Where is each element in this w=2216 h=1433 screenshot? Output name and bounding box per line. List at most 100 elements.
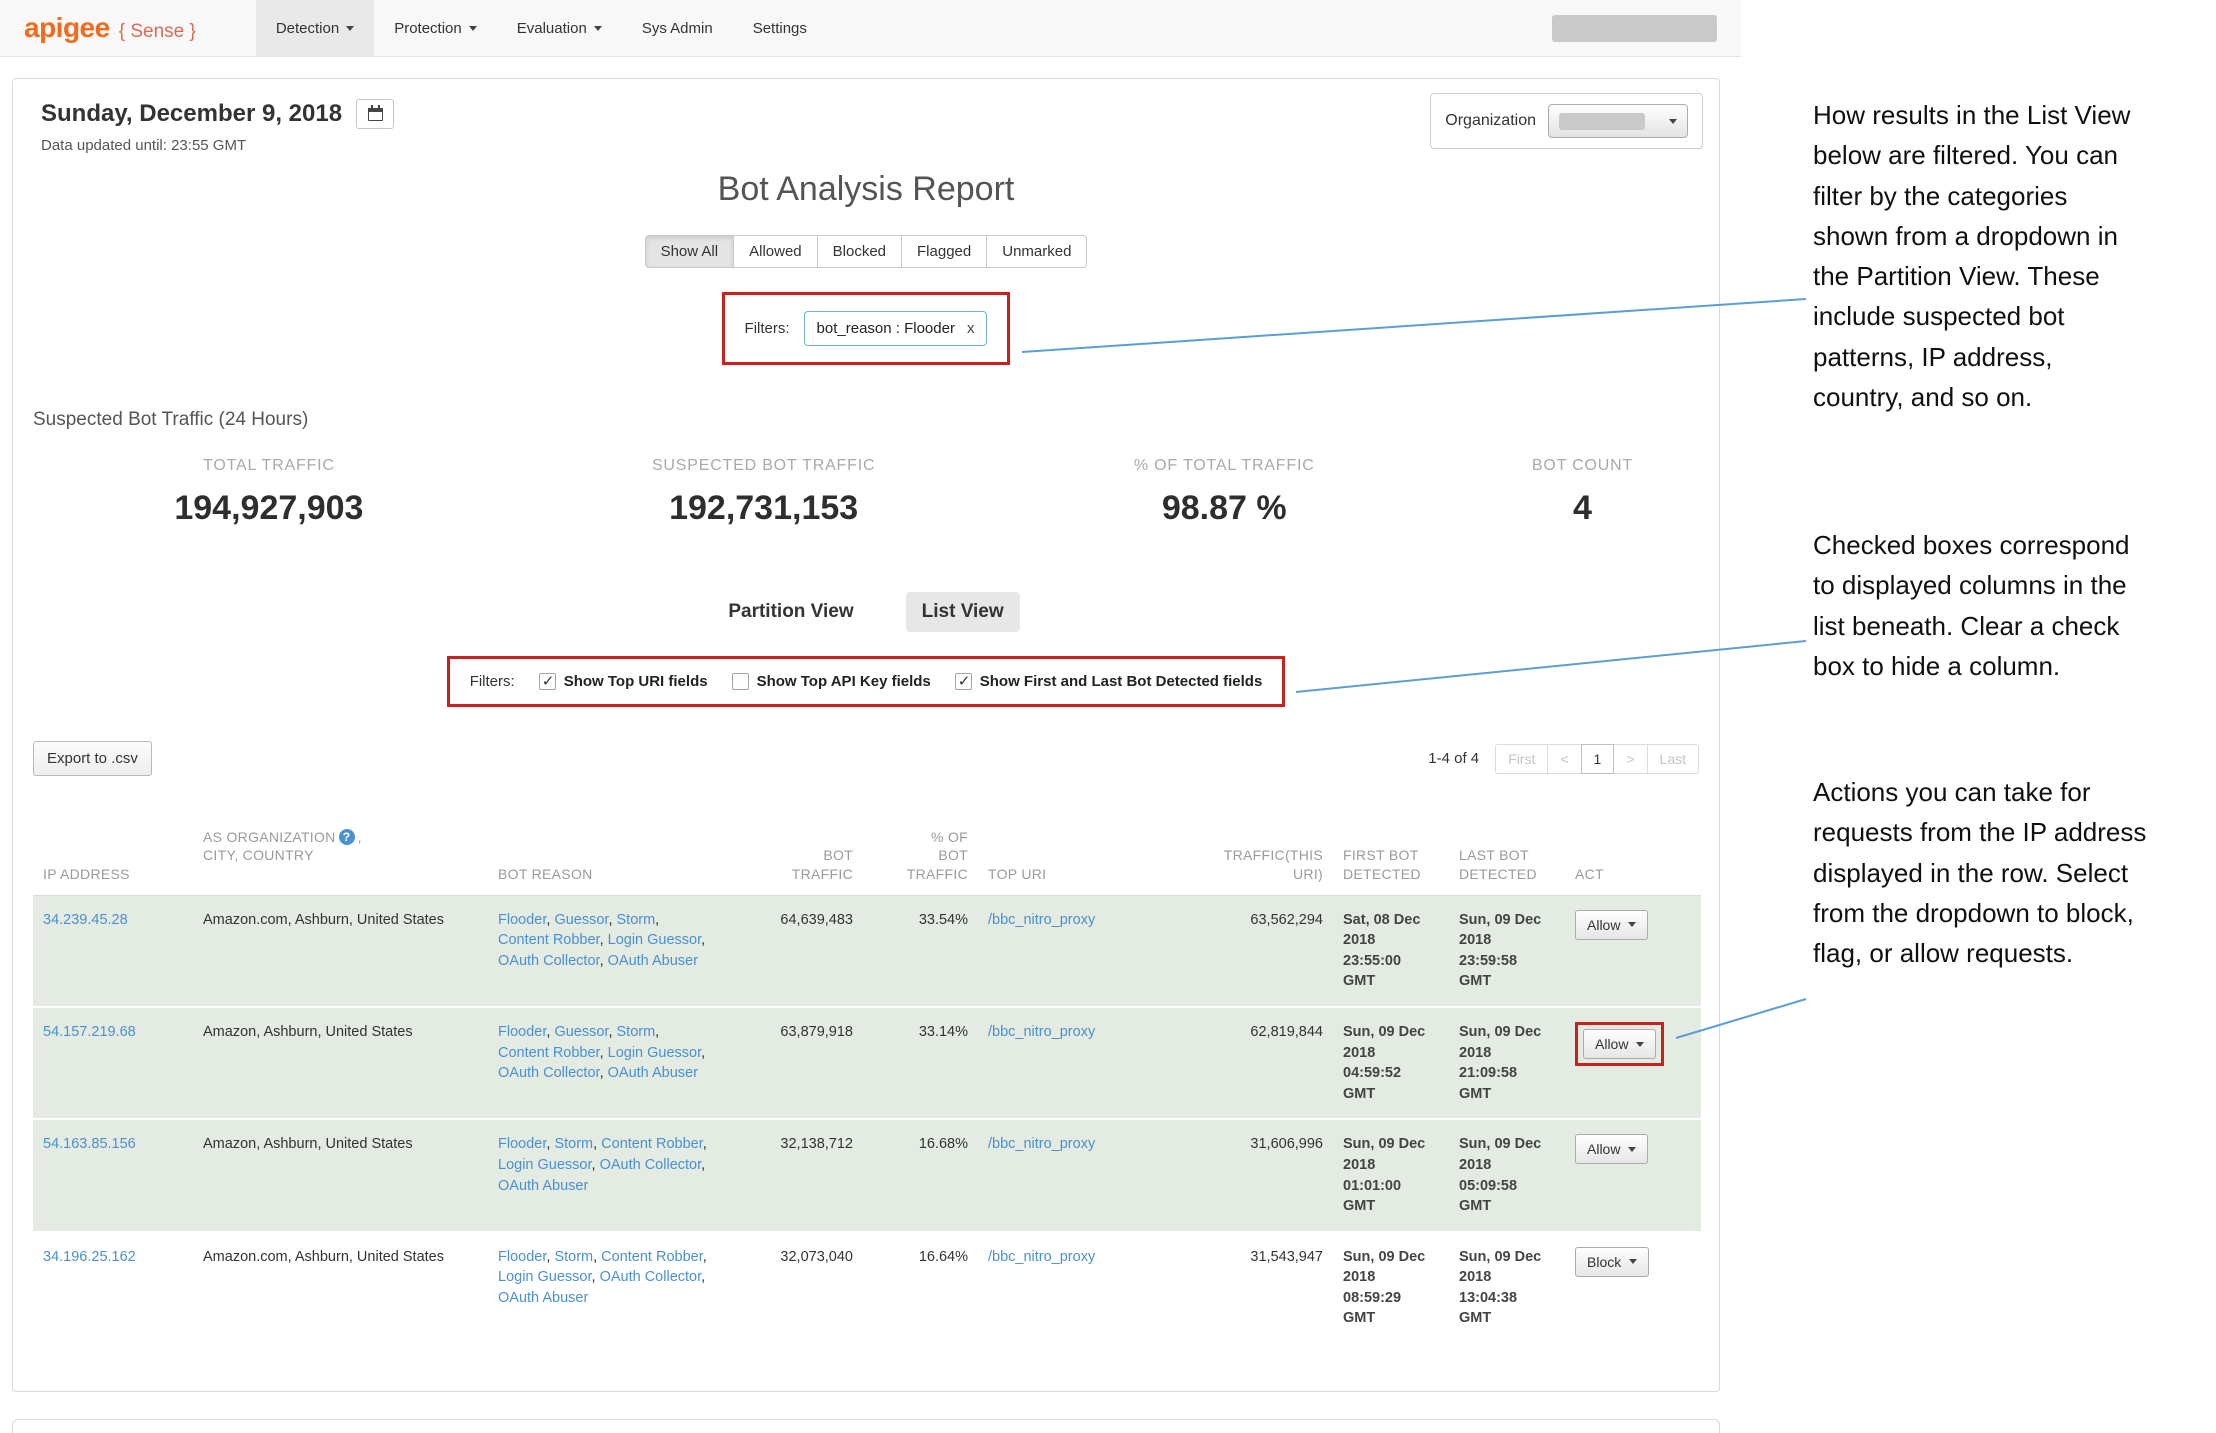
ip-address-link[interactable]: 34.239.45.28 bbox=[43, 912, 128, 928]
pagination-next[interactable]: > bbox=[1613, 744, 1647, 774]
bot-reason-link[interactable]: Guessor bbox=[554, 1024, 608, 1040]
bot-reason-link[interactable]: Storm bbox=[617, 912, 656, 928]
bot-reason-link[interactable]: Content Robber bbox=[601, 1249, 703, 1265]
cell-action: Block bbox=[1565, 1232, 1701, 1343]
bot-reason-link[interactable]: Storm bbox=[554, 1249, 593, 1265]
stat-value: 194,927,903 bbox=[13, 489, 525, 528]
pagination: 1-4 of 4 First < 1 > Last bbox=[1428, 744, 1699, 774]
cell-ip-address: 54.163.85.156 bbox=[33, 1119, 193, 1231]
bot-reason-link[interactable]: Guessor bbox=[554, 912, 608, 928]
page-title: Bot Analysis Report bbox=[13, 170, 1719, 209]
top-uri-link[interactable]: /bbc_nitro_proxy bbox=[988, 1136, 1095, 1152]
action-dropdown[interactable]: Allow bbox=[1583, 1029, 1656, 1059]
view-tabs: Partition View List View bbox=[13, 592, 1719, 632]
pagination-first[interactable]: First bbox=[1495, 744, 1548, 774]
bot-reason-link[interactable]: OAuth Abuser bbox=[608, 1065, 698, 1081]
cell-ip-address: 34.196.25.162 bbox=[33, 1232, 193, 1343]
cell-traffic-this-uri: 31,606,996 bbox=[1188, 1119, 1333, 1231]
bot-reason-link[interactable]: Flooder bbox=[498, 912, 546, 928]
col-as-organization: AS ORGANIZATION?, CITY, COUNTRY bbox=[193, 804, 488, 895]
bot-reason-link[interactable]: Storm bbox=[554, 1136, 593, 1152]
organization-dropdown[interactable] bbox=[1548, 104, 1688, 138]
product-name: { Sense } bbox=[119, 21, 196, 43]
cell-pct-bot-traffic: 33.14% bbox=[863, 1007, 978, 1119]
filter-chip-text: bot_reason : Flooder bbox=[817, 320, 955, 337]
top-uri-link[interactable]: /bbc_nitro_proxy bbox=[988, 1024, 1095, 1040]
cell-ip-address: 54.157.219.68 bbox=[33, 1007, 193, 1119]
nav-item-evaluation[interactable]: Evaluation bbox=[497, 0, 622, 56]
top-uri-link[interactable]: /bbc_nitro_proxy bbox=[988, 912, 1095, 928]
checkbox-show-first-last-bot-detected-fields[interactable]: Show First and Last Bot Detected fields bbox=[955, 673, 1263, 690]
checkbox-show-top-api-key-fields[interactable]: Show Top API Key fields bbox=[732, 673, 931, 690]
calendar-button[interactable] bbox=[356, 99, 394, 129]
bot-reason-link[interactable]: Content Robber bbox=[498, 932, 600, 948]
cell-last-bot-detected: Sun, 09 Dec 2018 21:09:58 GMT bbox=[1449, 1007, 1565, 1119]
action-highlight-box: Allow bbox=[1575, 1022, 1664, 1066]
bot-reason-link[interactable]: Login Guessor bbox=[608, 1045, 702, 1061]
ip-address-link[interactable]: 34.196.25.162 bbox=[43, 1249, 136, 1265]
bot-reason-link[interactable]: OAuth Collector bbox=[600, 1269, 702, 1285]
bot-reason-link[interactable]: Flooder bbox=[498, 1136, 546, 1152]
bot-reason-link[interactable]: OAuth Abuser bbox=[498, 1290, 588, 1306]
help-icon[interactable]: ? bbox=[339, 829, 355, 845]
bot-reason-link[interactable]: Login Guessor bbox=[608, 932, 702, 948]
bot-reason-link[interactable]: OAuth Abuser bbox=[498, 1178, 588, 1194]
action-label: Allow bbox=[1587, 1141, 1620, 1157]
brand[interactable]: apigee { Sense } bbox=[24, 12, 196, 44]
nav-item-settings[interactable]: Settings bbox=[733, 0, 827, 56]
action-dropdown[interactable]: Allow bbox=[1575, 910, 1648, 940]
action-dropdown[interactable]: Block bbox=[1575, 1247, 1649, 1277]
bot-reason-link[interactable]: OAuth Abuser bbox=[608, 953, 698, 969]
filter-chip[interactable]: bot_reason : Flooder x bbox=[804, 311, 988, 346]
bot-reason-link[interactable]: Login Guessor bbox=[498, 1157, 592, 1173]
cell-last-bot-detected: Sun, 09 Dec 2018 23:59:58 GMT bbox=[1449, 895, 1565, 1007]
tab-unmarked[interactable]: Unmarked bbox=[986, 235, 1087, 268]
cell-as-organization: Amazon.com, Ashburn, United States bbox=[193, 1232, 488, 1343]
ip-address-link[interactable]: 54.157.219.68 bbox=[43, 1024, 136, 1040]
tab-blocked[interactable]: Blocked bbox=[817, 235, 902, 268]
bot-reason-link[interactable]: OAuth Collector bbox=[600, 1157, 702, 1173]
bot-reason-link[interactable]: Content Robber bbox=[601, 1136, 703, 1152]
bot-reason-link[interactable]: OAuth Collector bbox=[498, 953, 600, 969]
col-city-country-label: CITY, COUNTRY bbox=[203, 846, 478, 864]
tab-flagged[interactable]: Flagged bbox=[901, 235, 987, 268]
tab-partition-view[interactable]: Partition View bbox=[712, 592, 869, 632]
action-label: Allow bbox=[1587, 917, 1620, 933]
nav-item-sys-admin[interactable]: Sys Admin bbox=[622, 0, 733, 56]
cell-as-organization: Amazon.com, Ashburn, United States bbox=[193, 895, 488, 1007]
filters-label: Filters: bbox=[745, 320, 790, 337]
table-header: IP ADDRESS AS ORGANIZATION?, CITY, COUNT… bbox=[33, 804, 1701, 895]
cell-traffic-this-uri: 63,562,294 bbox=[1188, 895, 1333, 1007]
top-uri-link[interactable]: /bbc_nitro_proxy bbox=[988, 1249, 1095, 1265]
pagination-page-1[interactable]: 1 bbox=[1581, 744, 1615, 774]
tab-list-view[interactable]: List View bbox=[906, 592, 1020, 632]
col-traffic-this-uri: TRAFFIC(THIS URI) bbox=[1188, 804, 1333, 895]
filters-highlight-box: Filters: bot_reason : Flooder x bbox=[722, 292, 1011, 365]
tab-allowed[interactable]: Allowed bbox=[733, 235, 818, 268]
export-csv-button[interactable]: Export to .csv bbox=[33, 741, 152, 776]
list-filters-label: Filters: bbox=[470, 673, 515, 690]
bot-reason-link[interactable]: Flooder bbox=[498, 1024, 546, 1040]
pagination-prev[interactable]: < bbox=[1547, 744, 1581, 774]
action-dropdown[interactable]: Allow bbox=[1575, 1134, 1648, 1164]
action-label: Allow bbox=[1595, 1036, 1628, 1052]
cell-bot-traffic: 64,639,483 bbox=[718, 895, 863, 1007]
bot-reason-link[interactable]: Login Guessor bbox=[498, 1269, 592, 1285]
nav-item-detection[interactable]: Detection bbox=[256, 0, 374, 56]
checkbox-show-top-uri-fields[interactable]: Show Top URI fields bbox=[539, 673, 708, 690]
stat-label: % OF TOTAL TRAFFIC bbox=[1002, 457, 1446, 475]
ip-address-link[interactable]: 54.163.85.156 bbox=[43, 1136, 136, 1152]
stats-row: TOTAL TRAFFIC 194,927,903 SUSPECTED BOT … bbox=[13, 457, 1719, 528]
bot-reason-link[interactable]: Flooder bbox=[498, 1249, 546, 1265]
tab-show-all[interactable]: Show All bbox=[645, 235, 735, 268]
remove-filter-icon[interactable]: x bbox=[967, 320, 975, 337]
nav-label: Settings bbox=[753, 20, 807, 37]
nav-item-protection[interactable]: Protection bbox=[374, 0, 497, 56]
bot-reason-link[interactable]: Storm bbox=[617, 1024, 656, 1040]
table-row: 54.163.85.156Amazon, Ashburn, United Sta… bbox=[33, 1119, 1701, 1231]
bot-reason-link[interactable]: OAuth Collector bbox=[498, 1065, 600, 1081]
bot-reason-link[interactable]: Content Robber bbox=[498, 1045, 600, 1061]
cell-traffic-this-uri: 31,543,947 bbox=[1188, 1232, 1333, 1343]
checkbox-icon bbox=[539, 673, 556, 690]
pagination-last[interactable]: Last bbox=[1647, 744, 1699, 774]
